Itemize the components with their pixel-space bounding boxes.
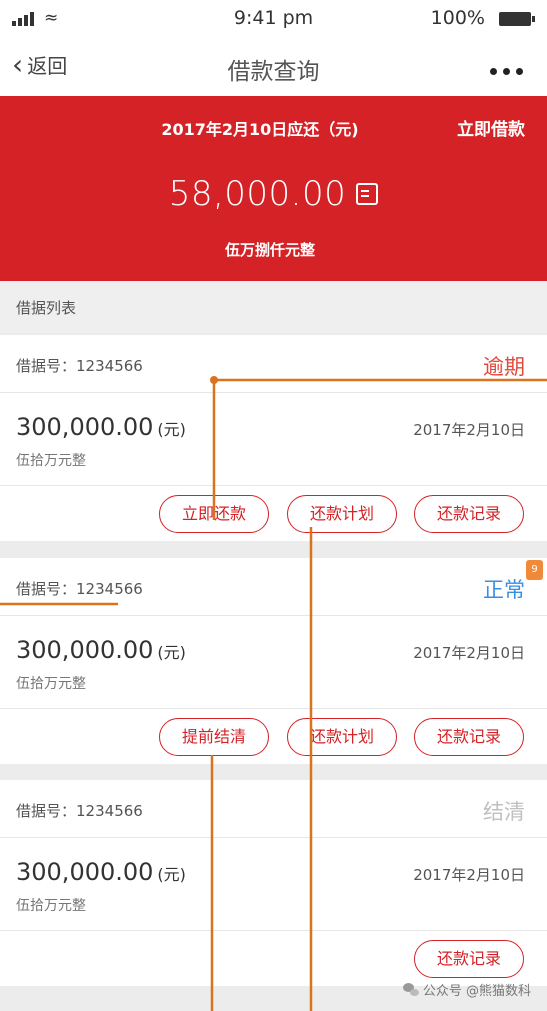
wechat-icon xyxy=(402,983,419,996)
more-icon[interactable] xyxy=(490,68,523,75)
battery-icon xyxy=(499,12,535,26)
loan-card[interactable]: 借据号：1234566 逾期 300,000.00 (元) 伍拾万元整 2017年… xyxy=(0,335,547,541)
loan-amount: 300,000.00 (元) xyxy=(16,858,186,886)
loan-amount-chinese: 伍拾万元整 xyxy=(16,676,86,692)
loan-number: 借据号：1234566 xyxy=(16,357,143,375)
due-amount-row: 58,000.00 xyxy=(0,174,547,214)
due-summary-banner: 2017年2月10日应还（元) 立即借款 58,000.00 伍万捌仟元整 xyxy=(0,96,547,281)
due-amount: 58,000.00 xyxy=(168,174,347,214)
loan-list-header: 借据列表 xyxy=(0,281,547,333)
loan-amount: 300,000.00 (元) xyxy=(16,636,186,664)
repayment-record-button[interactable]: 还款记录 xyxy=(414,495,524,533)
battery-percent: 100% xyxy=(430,7,485,29)
early-settle-button[interactable]: 提前结清 xyxy=(159,718,269,756)
loan-number: 借据号：1234566 xyxy=(16,802,143,820)
status-bar: ≈ 9:41 pm 100% xyxy=(0,0,547,38)
loan-card[interactable]: 借据号：1234566 正常 9 300,000.00 (元) 伍拾万元整 201… xyxy=(0,558,547,764)
due-amount-chinese: 伍万捌仟元整 xyxy=(224,241,315,259)
due-date-label: 2017年2月10日应还（元) xyxy=(161,120,359,139)
loan-number: 借据号：1234566 xyxy=(16,580,143,598)
loan-card[interactable]: 借据号：1234566 结清 300,000.00 (元) 伍拾万元整 2017年… xyxy=(0,780,547,986)
loan-date: 2017年2月10日 xyxy=(413,421,525,439)
loan-amount: 300,000.00 (元) xyxy=(16,413,186,441)
repayment-plan-button[interactable]: 还款计划 xyxy=(287,495,397,533)
loan-amount-chinese: 伍拾万元整 xyxy=(16,898,86,914)
loan-amount-chinese: 伍拾万元整 xyxy=(16,453,86,469)
borrow-now-button[interactable]: 立即借款 xyxy=(457,115,525,140)
loan-date: 2017年2月10日 xyxy=(413,644,525,662)
page-title: 借款查询 xyxy=(227,59,320,85)
repayment-record-button[interactable]: 还款记录 xyxy=(414,940,524,978)
loan-date: 2017年2月10日 xyxy=(413,866,525,884)
nav-bar: ‹ 返回 借款查询 xyxy=(0,38,547,96)
status-badge: 正常 xyxy=(483,578,525,602)
status-badge: 逾期 xyxy=(483,355,525,379)
bill-icon[interactable] xyxy=(356,183,379,205)
watermark: 公众号 @熊猫数科 xyxy=(402,980,531,999)
repayment-record-button[interactable]: 还款记录 xyxy=(414,718,524,756)
repay-now-button[interactable]: 立即还款 xyxy=(159,495,269,533)
repayment-plan-button[interactable]: 还款计划 xyxy=(287,718,397,756)
corner-badge: 9 xyxy=(526,560,543,580)
status-badge: 结清 xyxy=(483,800,525,824)
